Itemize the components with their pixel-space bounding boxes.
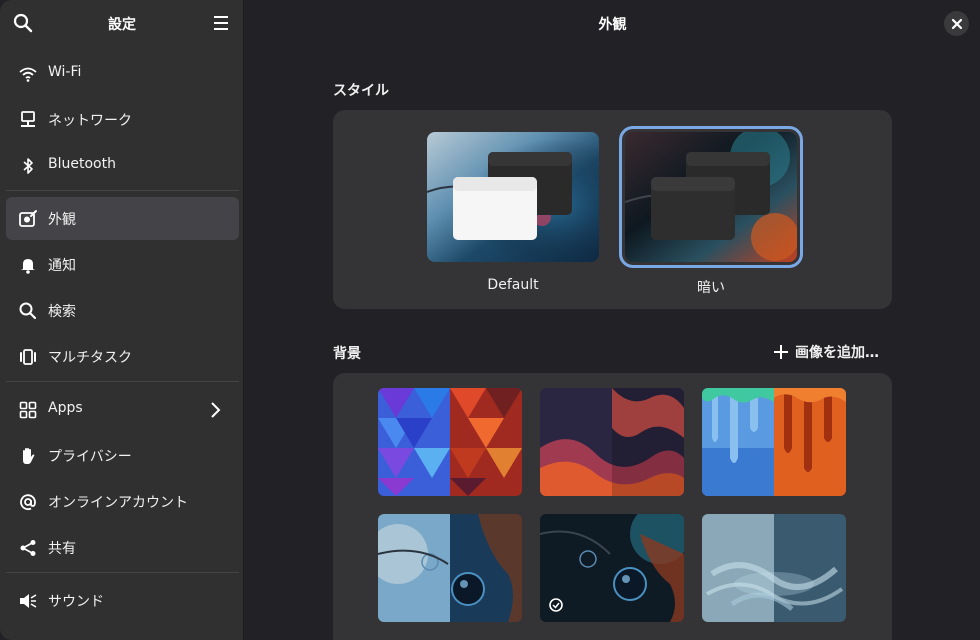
sidebar: 設定 Wi-Fi ネットワーク Bluetooth 外観 通知 検索 マルチタス… [0, 0, 244, 640]
sidebar-divider [6, 190, 239, 191]
style-option-default-label: Default [487, 277, 539, 293]
at-icon [20, 494, 36, 511]
main-content: 外観 スタイル Default 暗い 背景 画像を追加… [245, 0, 980, 640]
wifi-icon [19, 67, 37, 82]
sidebar-divider [6, 381, 239, 382]
appearance-icon [19, 210, 37, 227]
speaker-icon [20, 594, 37, 608]
wallpaper-thumbnail[interactable] [702, 388, 846, 496]
header-bar: 外観 [245, 0, 980, 46]
sidebar-item-label: Bluetooth [48, 156, 116, 172]
sidebar-item-label: 通知 [48, 258, 76, 274]
wallpaper-drips [702, 388, 846, 496]
add-image-button[interactable]: 画像を追加… [773, 342, 879, 362]
sidebar-item-multitasking[interactable]: マルチタスク [6, 335, 239, 378]
wallpaper-bubble-dark [540, 514, 684, 622]
sidebar-item-label: 共有 [48, 541, 76, 557]
default-style-preview [427, 132, 599, 262]
apps-icon [19, 401, 37, 419]
sidebar-item-appearance[interactable]: 外観 [6, 197, 239, 240]
sidebar-item-bluetooth[interactable]: Bluetooth [6, 144, 239, 187]
bluetooth-icon [23, 158, 33, 174]
wallpaper-thumbnail[interactable] [378, 388, 522, 496]
hamburger-menu-icon[interactable] [210, 14, 232, 32]
wallpaper-thumbnail[interactable] [378, 514, 522, 622]
hand-icon [23, 448, 35, 464]
sidebar-item-label: オンラインアカウント [48, 495, 188, 511]
page-title: 外観 [598, 17, 627, 33]
add-image-label: 画像を追加… [795, 345, 879, 361]
wallpaper-waves [540, 388, 684, 496]
multitasking-icon [20, 349, 36, 365]
sidebar-divider [6, 572, 239, 573]
close-icon [951, 18, 962, 29]
wallpaper-bubble-light [378, 514, 522, 622]
sidebar-item-label: Wi-Fi [48, 64, 82, 80]
search-icon [19, 302, 37, 320]
share-icon [20, 540, 36, 556]
wallpaper-glass [702, 514, 846, 622]
close-button[interactable] [944, 11, 969, 36]
style-section-label: スタイル [333, 83, 389, 99]
sidebar-item-label: プライバシー [48, 449, 132, 465]
sidebar-item-label: ネットワーク [48, 113, 132, 129]
sidebar-item-privacy[interactable]: プライバシー [6, 434, 239, 477]
bell-icon [21, 259, 35, 274]
dark-style-preview [625, 132, 797, 262]
wallpaper-thumbnail[interactable] [540, 388, 684, 496]
background-section-label: 背景 [333, 346, 361, 362]
style-option-default[interactable] [427, 132, 599, 262]
sidebar-item-label: Apps [48, 400, 83, 416]
sidebar-item-label: サウンド [48, 594, 104, 610]
background-panel [333, 373, 892, 640]
chevron-right-icon [211, 402, 221, 418]
sidebar-item-online-accounts[interactable]: オンラインアカウント [6, 480, 239, 523]
style-panel: Default 暗い [333, 110, 892, 309]
sidebar-item-label: マルチタスク [48, 350, 132, 366]
sidebar-header: 設定 [0, 0, 244, 46]
style-option-dark-label: 暗い [697, 280, 725, 296]
sidebar-item-sound[interactable]: サウンド [6, 579, 239, 622]
sidebar-item-wifi[interactable]: Wi-Fi [6, 52, 239, 95]
sidebar-item-label: 外観 [48, 212, 76, 228]
wallpaper-triangles [378, 388, 522, 496]
sidebar-item-label: 検索 [48, 304, 76, 320]
sidebar-title: 設定 [108, 17, 136, 33]
sidebar-item-apps[interactable]: Apps [6, 388, 239, 431]
network-icon [21, 111, 35, 127]
sidebar-item-network[interactable]: ネットワーク [6, 98, 239, 141]
settings-window: 設定 Wi-Fi ネットワーク Bluetooth 外観 通知 検索 マルチタス… [0, 0, 980, 640]
wallpaper-thumbnail-selected[interactable] [540, 514, 684, 622]
sidebar-item-notifications[interactable]: 通知 [6, 243, 239, 286]
wallpaper-thumbnail[interactable] [702, 514, 846, 622]
sidebar-list: Wi-Fi ネットワーク Bluetooth 外観 通知 検索 マルチタスク A… [6, 52, 239, 625]
sidebar-item-sharing[interactable]: 共有 [6, 526, 239, 569]
style-option-dark[interactable] [619, 126, 803, 268]
plus-icon [774, 345, 788, 359]
sidebar-item-search[interactable]: 検索 [6, 289, 239, 332]
